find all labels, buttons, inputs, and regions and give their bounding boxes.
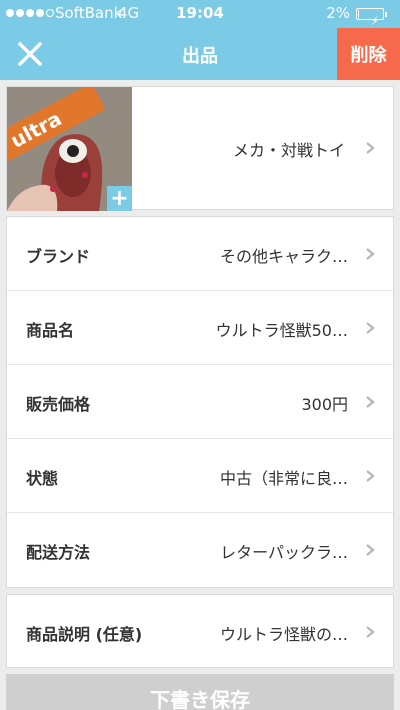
description-card: 商品説明 (任意) ウルトラ怪獣の… (6, 594, 394, 668)
brand-label: ブランド (26, 247, 91, 266)
category-selector[interactable]: メカ・対戦トイ (132, 87, 393, 209)
shipping-method-label: 配送方法 (26, 543, 91, 562)
price-value: 300円 (301, 395, 348, 414)
navigation-bar: 出品 削除 (0, 28, 400, 80)
charging-icon: ⚡ (370, 14, 379, 28)
chevron-right-icon (366, 470, 375, 482)
product-details-card: ブランド その他キャラク… 商品名 ウルトラ怪獣50… 販売価格 300円 状態… (6, 216, 394, 588)
product-photo[interactable]: ultra + (7, 87, 132, 211)
description-row[interactable]: 商品説明 (任意) ウルトラ怪獣の… (7, 595, 393, 669)
chevron-right-icon (366, 544, 375, 556)
shipping-method-value: レターパックラ… (220, 543, 348, 562)
delete-button[interactable]: 削除 (337, 28, 400, 80)
battery-fill (358, 10, 359, 18)
chevron-right-icon (366, 626, 375, 638)
chevron-right-icon (366, 322, 375, 334)
description-value: ウルトラ怪獣の… (219, 625, 348, 644)
product-name-value: ウルトラ怪獣50… (215, 321, 348, 340)
chevron-right-icon (366, 396, 375, 408)
status-bar: SoftBank 4G 19:04 2% ⚡ (0, 0, 400, 28)
brand-row[interactable]: ブランド その他キャラク… (7, 217, 393, 291)
battery-icon: ⚡ (356, 8, 387, 28)
brand-value: その他キャラク… (219, 247, 348, 266)
close-icon (18, 42, 42, 66)
chevron-right-icon (366, 142, 375, 154)
close-button[interactable] (14, 38, 46, 70)
save-draft-button[interactable]: 下書き保存 (6, 674, 394, 710)
product-photo-card: ultra + メカ・対戦トイ (6, 86, 394, 211)
shipping-method-row[interactable]: 配送方法 レターパックラ… (7, 513, 393, 587)
condition-row[interactable]: 状態 中古（非常に良… (7, 439, 393, 513)
condition-label: 状態 (26, 469, 59, 488)
chevron-right-icon (366, 248, 375, 260)
price-label: 販売価格 (26, 395, 91, 414)
category-value: メカ・対戦トイ (232, 141, 345, 160)
battery-percent: 2% (326, 4, 350, 22)
price-row[interactable]: 販売価格 300円 (7, 365, 393, 439)
description-label: 商品説明 (任意) (26, 625, 143, 644)
product-name-row[interactable]: 商品名 ウルトラ怪獣50… (7, 291, 393, 365)
add-photo-button[interactable]: + (107, 186, 132, 211)
condition-value: 中古（非常に良… (219, 469, 348, 488)
product-name-label: 商品名 (26, 321, 75, 340)
